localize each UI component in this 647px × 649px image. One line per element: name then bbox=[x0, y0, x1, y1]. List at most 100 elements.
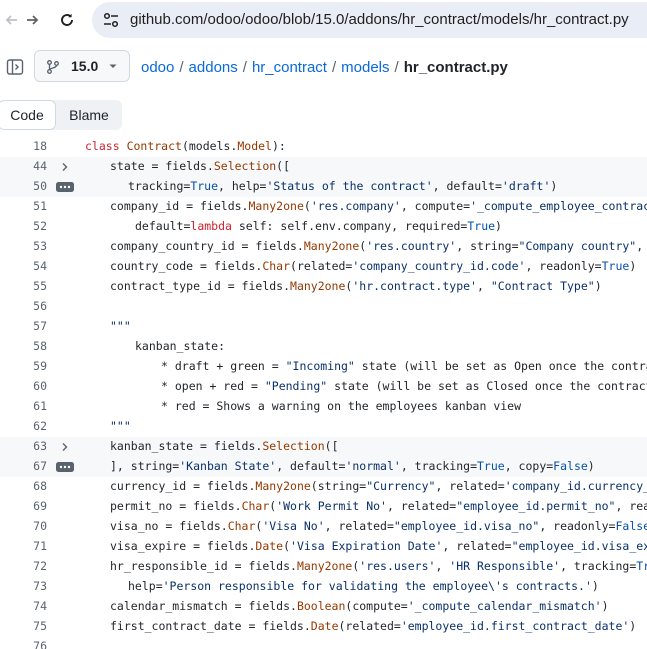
code-text: kanban_state = fields.Selection([ bbox=[110, 439, 339, 453]
breadcrumb-current-file: hr_contract.py bbox=[403, 59, 508, 76]
code-text: default=lambda self: self.env.company, r… bbox=[135, 219, 502, 233]
code-line: 76 bbox=[0, 637, 647, 649]
code-line: 52 default=lambda self: self.env.company,… bbox=[0, 217, 647, 237]
line-number[interactable]: 60 bbox=[0, 379, 47, 393]
line-number[interactable]: 56 bbox=[0, 299, 47, 313]
forward-button[interactable] bbox=[20, 8, 44, 32]
url-text: github.com/odoo/odoo/blob/15.0/addons/hr… bbox=[130, 11, 629, 28]
code-line: 44 state = fields.Selection([ bbox=[0, 157, 647, 177]
line-number[interactable]: 68 bbox=[0, 479, 47, 493]
code-line: 73 help='Person responsible for validatin… bbox=[0, 577, 647, 597]
line-number[interactable]: 44 bbox=[0, 159, 47, 173]
caret-down-icon bbox=[109, 64, 117, 68]
line-number[interactable]: 52 bbox=[0, 219, 47, 233]
code-text: calendar_mismatch = fields.Boolean(compu… bbox=[110, 599, 609, 613]
breadcrumb: odoo / addons / hr_contract / models / hr_contra… bbox=[141, 59, 508, 76]
breadcrumb-separator: / bbox=[179, 59, 184, 76]
code-line: 72 hr_responsible_id = fields.Many2one('r… bbox=[0, 557, 647, 577]
code-line: 62 """ bbox=[0, 417, 647, 437]
code-line: 70 visa_no = fields.Char('Visa No', relat… bbox=[0, 517, 647, 537]
line-number[interactable]: 51 bbox=[0, 199, 47, 213]
tab-blame[interactable]: Blame bbox=[56, 100, 122, 130]
line-number[interactable]: 70 bbox=[0, 519, 47, 533]
code-line: 57 """ bbox=[0, 317, 647, 337]
code-line: 74 calendar_mismatch = fields.Boolean(com… bbox=[0, 597, 647, 617]
code-text: company_country_id = fields.Many2one('re… bbox=[110, 239, 644, 253]
code-line: 56 bbox=[0, 297, 647, 317]
arrow-right-icon bbox=[27, 15, 39, 25]
site-info-icon[interactable] bbox=[102, 11, 120, 29]
code-text: visa_expire = fields.Date('Visa Expirati… bbox=[110, 539, 647, 553]
tab-code[interactable]: Code bbox=[0, 100, 56, 130]
code-line: 63 kanban_state = fields.Selection([ bbox=[0, 437, 647, 457]
code-view: 18 class Contract(models.Model): 44 state =… bbox=[0, 137, 647, 649]
line-number[interactable]: 63 bbox=[0, 439, 47, 453]
line-number[interactable]: 76 bbox=[0, 639, 47, 649]
address-bar[interactable]: github.com/odoo/odoo/blob/15.0/addons/hr… bbox=[92, 2, 647, 38]
code-text: hr_responsible_id = fields.Many2one('res… bbox=[110, 559, 647, 573]
breadcrumb-separator: / bbox=[394, 59, 399, 76]
view-mode-tabs: Code Blame bbox=[0, 100, 122, 130]
sidebar-expand-icon[interactable] bbox=[6, 58, 24, 76]
collapsed-block-icon[interactable] bbox=[55, 459, 75, 475]
code-line: 68 currency_id = fields.Many2one(string="… bbox=[0, 477, 647, 497]
line-number[interactable]: 71 bbox=[0, 539, 47, 553]
code-text: * open + red = "Pending" state (will be … bbox=[161, 379, 647, 393]
line-number[interactable]: 18 bbox=[0, 139, 47, 153]
line-number[interactable]: 58 bbox=[0, 339, 47, 353]
line-number[interactable]: 72 bbox=[0, 559, 47, 573]
git-branch-icon bbox=[47, 60, 59, 74]
code-text: permit_no = fields.Char('Work Permit No'… bbox=[110, 499, 647, 513]
code-line: 51 company_id = fields.Many2one('res.comp… bbox=[0, 197, 647, 217]
line-number[interactable]: 50 bbox=[0, 179, 47, 193]
code-text: ], string='Kanban State', default='norma… bbox=[110, 459, 595, 473]
branch-selector-button[interactable]: 15.0 bbox=[34, 50, 130, 82]
line-number[interactable]: 54 bbox=[0, 259, 47, 273]
line-number[interactable]: 53 bbox=[0, 239, 47, 253]
line-number[interactable]: 69 bbox=[0, 499, 47, 513]
reload-icon bbox=[61, 13, 73, 26]
line-number[interactable]: 67 bbox=[0, 459, 47, 473]
line-number[interactable]: 62 bbox=[0, 419, 47, 433]
code-line: 67 ], string='Kanban State', default='nor… bbox=[0, 457, 647, 477]
code-text: visa_no = fields.Char('Visa No', related… bbox=[110, 519, 647, 533]
code-text: * draft + green = "Incoming" state (will… bbox=[161, 359, 647, 373]
code-line: 50 tracking=True, help='Status of the con… bbox=[0, 177, 647, 197]
code-text: company_id = fields.Many2one('res.compan… bbox=[110, 199, 647, 213]
chevron-right-icon[interactable] bbox=[55, 439, 75, 455]
collapsed-block-icon[interactable] bbox=[55, 179, 75, 195]
code-text: state = fields.Selection([ bbox=[110, 159, 291, 173]
code-line: 53 company_country_id = fields.Many2one('… bbox=[0, 237, 647, 257]
code-text: currency_id = fields.Many2one(string="Cu… bbox=[110, 479, 647, 493]
chevron-right-icon[interactable] bbox=[55, 159, 75, 175]
code-line: 58 kanban_state: bbox=[0, 337, 647, 357]
breadcrumb-separator: / bbox=[242, 59, 247, 76]
code-line: 71 visa_expire = fields.Date('Visa Expira… bbox=[0, 537, 647, 557]
code-line: 60 * open + red = "Pending" state (will b… bbox=[0, 377, 647, 397]
branch-name: 15.0 bbox=[71, 58, 99, 74]
line-number[interactable]: 57 bbox=[0, 319, 47, 333]
code-text: tracking=True, help='Status of the contr… bbox=[128, 179, 558, 193]
breadcrumb-link-addons[interactable]: addons bbox=[189, 59, 238, 76]
line-number[interactable]: 59 bbox=[0, 359, 47, 373]
code-text: """ bbox=[110, 319, 131, 333]
breadcrumb-link-repo[interactable]: odoo bbox=[141, 59, 174, 76]
code-line: 54 country_code = fields.Char(related='co… bbox=[0, 257, 647, 277]
breadcrumb-link-models[interactable]: models bbox=[341, 59, 389, 76]
line-number[interactable]: 73 bbox=[0, 579, 47, 593]
code-text: """ bbox=[110, 419, 131, 433]
line-number[interactable]: 55 bbox=[0, 279, 47, 293]
code-text: kanban_state: bbox=[135, 339, 226, 353]
code-text: contract_type_id = fields.Many2one('hr.c… bbox=[110, 279, 602, 293]
line-number[interactable]: 61 bbox=[0, 399, 47, 413]
line-number[interactable]: 74 bbox=[0, 599, 47, 613]
code-line: 55 contract_type_id = fields.Many2one('hr… bbox=[0, 277, 647, 297]
breadcrumb-link-hr-contract[interactable]: hr_contract bbox=[252, 59, 327, 76]
code-text: * red = Shows a warning on the employees… bbox=[161, 399, 522, 413]
browser-toolbar: github.com/odoo/odoo/blob/15.0/addons/hr… bbox=[0, 0, 647, 40]
line-number[interactable]: 75 bbox=[0, 619, 47, 633]
code-line: 18 class Contract(models.Model): bbox=[0, 137, 647, 157]
code-line: 75 first_contract_date = fields.Date(rela… bbox=[0, 617, 647, 637]
breadcrumb-separator: / bbox=[331, 59, 337, 76]
reload-button[interactable] bbox=[55, 8, 79, 32]
